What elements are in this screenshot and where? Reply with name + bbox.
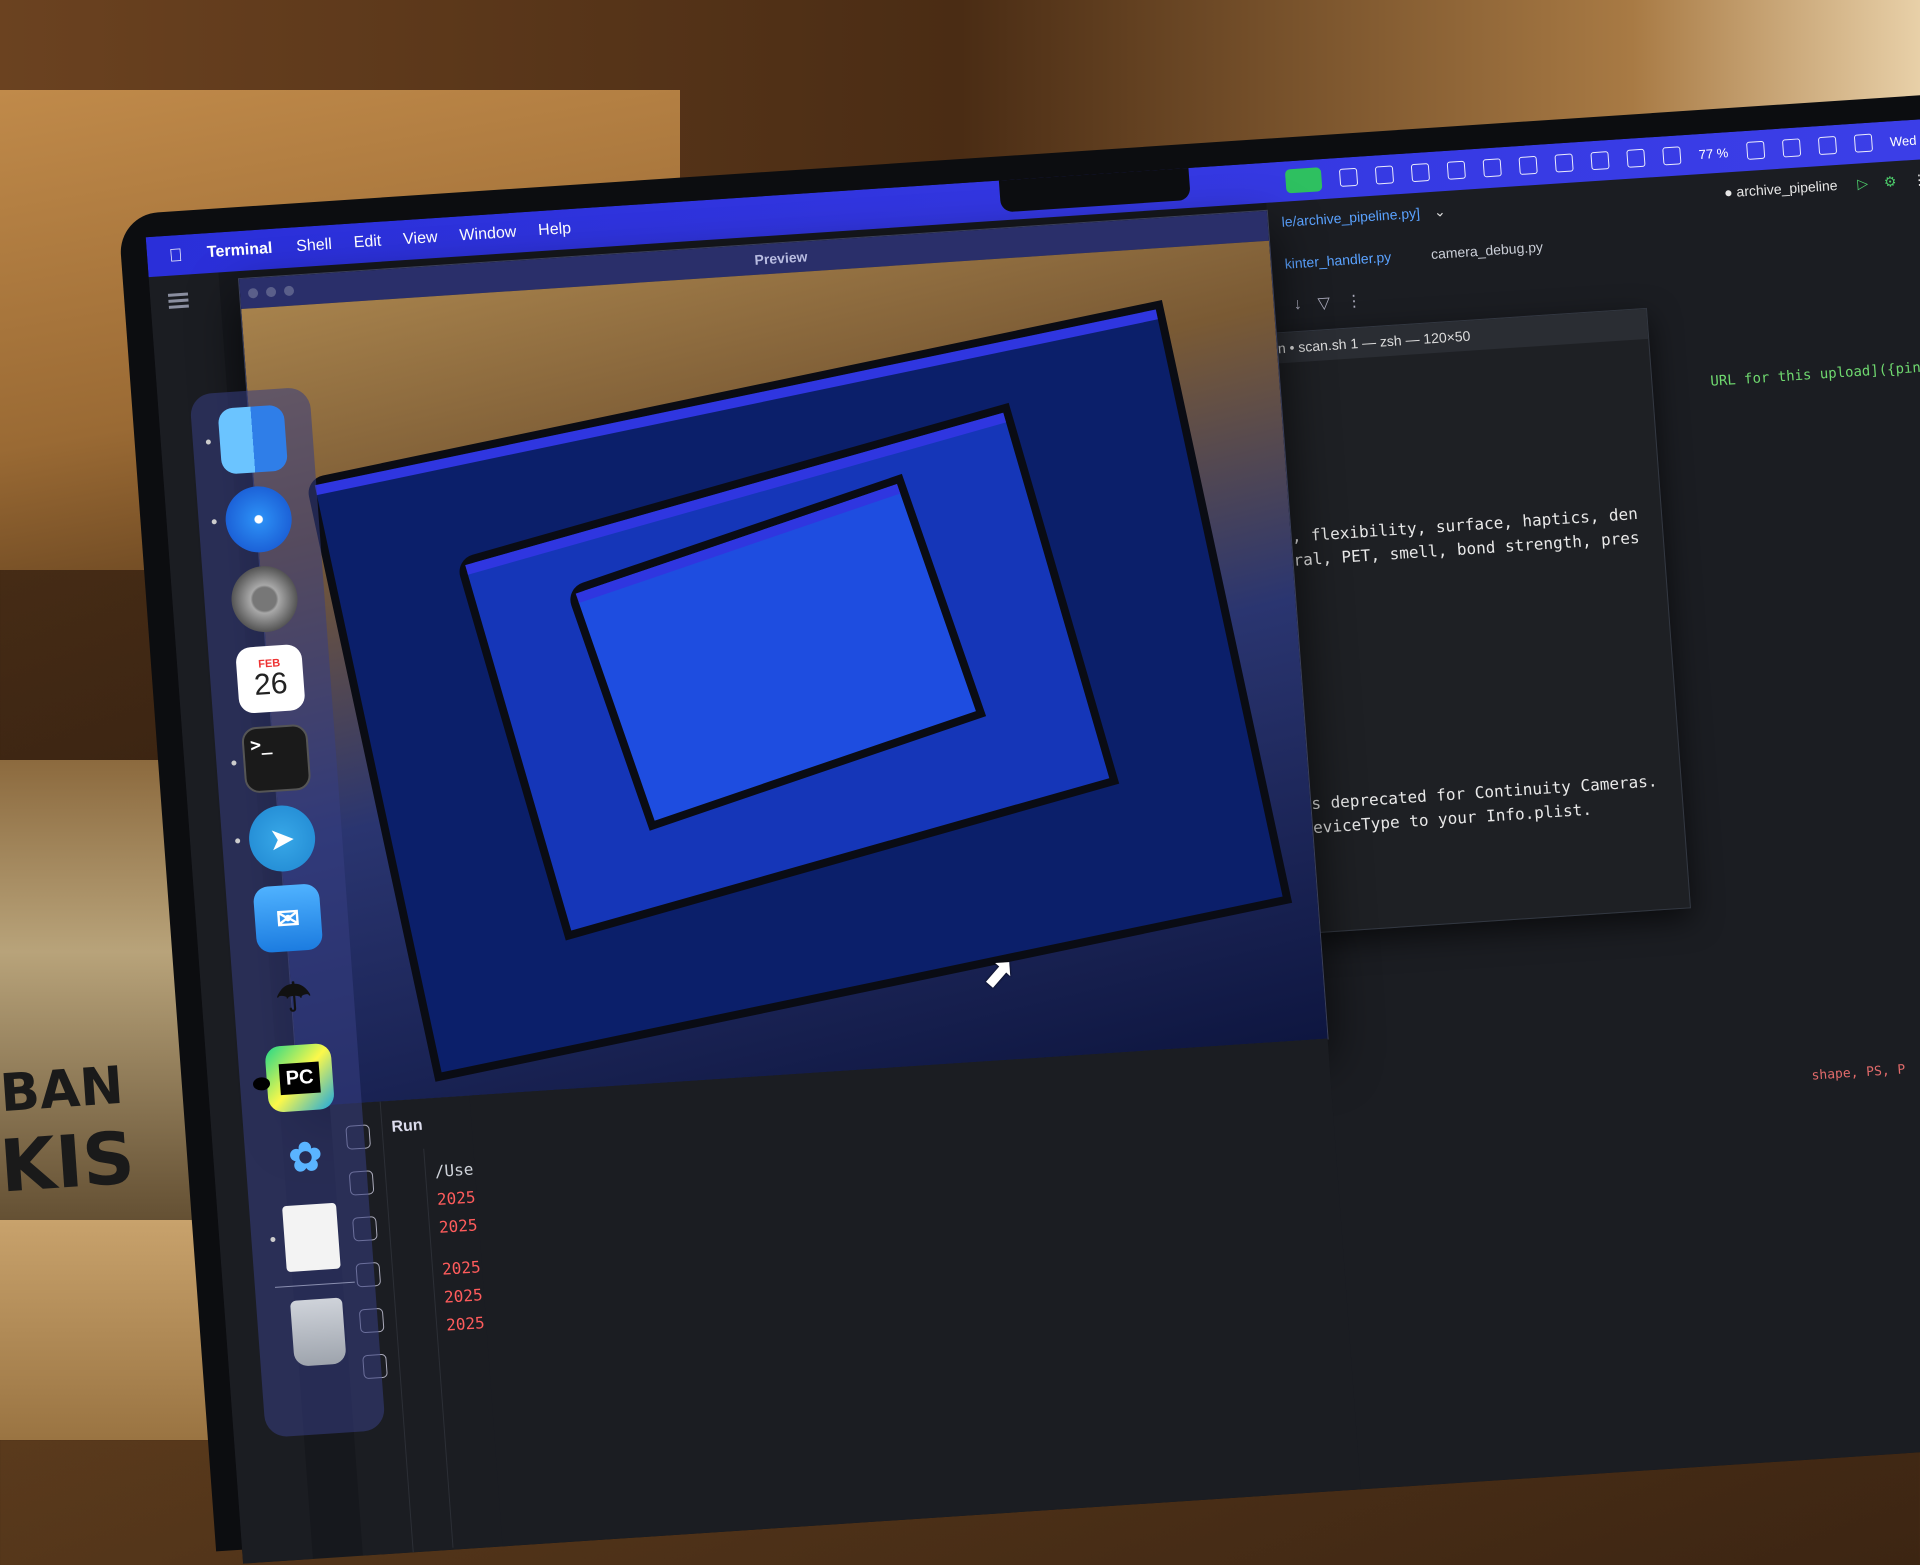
wechat-icon[interactable] bbox=[1338, 167, 1359, 187]
clock-icon[interactable] bbox=[1554, 153, 1574, 173]
safari-icon[interactable] bbox=[211, 484, 295, 555]
terminal-app-icon[interactable]: >_ bbox=[231, 723, 312, 794]
preview-title: Preview bbox=[753, 248, 808, 268]
run-output-line: 2025 bbox=[443, 1285, 484, 1307]
run-output-line: 2025 bbox=[441, 1257, 482, 1279]
battery-icon[interactable] bbox=[1745, 140, 1765, 160]
run-config-selector[interactable]: ● archive_pipeline ▷ ⚙ ⋮ bbox=[1723, 171, 1920, 201]
python-icon: ● bbox=[1723, 183, 1737, 200]
menu-view[interactable]: View bbox=[403, 229, 439, 249]
run-config-name: archive_pipeline bbox=[1735, 176, 1838, 200]
chevron-down-icon[interactable]: ⌄ bbox=[1433, 203, 1446, 221]
preview-window[interactable]: Preview ⬈ bbox=[239, 210, 1328, 1107]
mail-icon[interactable]: ✉ bbox=[252, 883, 324, 954]
keyboard-icon[interactable] bbox=[1781, 138, 1801, 158]
run-output-area bbox=[469, 1038, 1361, 1547]
paw-app-icon[interactable]: ✿ bbox=[270, 1123, 341, 1193]
menu-edit[interactable]: Edit bbox=[353, 233, 382, 253]
laptop-screen:  Terminal Shell Edit View Window Help 7… bbox=[145, 113, 1920, 1564]
running-indicator bbox=[270, 1236, 276, 1243]
menu-shell[interactable]: Shell bbox=[296, 236, 333, 256]
menu-app-name[interactable]: Terminal bbox=[206, 240, 273, 262]
prompt-glyph: >_ bbox=[249, 733, 273, 757]
calendar-day: 26 bbox=[252, 666, 289, 702]
ide-code-line-bottom: shape, PS, P bbox=[1811, 1062, 1906, 1084]
terminal-output[interactable]: , flexibility, surface, haptics, den ral… bbox=[1269, 339, 1684, 853]
running-indicator bbox=[234, 838, 241, 844]
clock-datetime[interactable]: Wed Feb 26 23:2 bbox=[1889, 127, 1920, 149]
bed-icon[interactable] bbox=[1662, 146, 1682, 166]
control-center-icon[interactable] bbox=[1853, 133, 1873, 153]
running-indicator bbox=[205, 439, 212, 445]
hamburger-icon[interactable] bbox=[167, 292, 189, 297]
more-icon[interactable]: ⋮ bbox=[1912, 171, 1920, 188]
running-indicator bbox=[211, 519, 217, 525]
play-icon[interactable]: ▷ bbox=[1857, 174, 1869, 191]
pycharm-label: PC bbox=[278, 1061, 321, 1095]
debug-icon[interactable]: ⚙ bbox=[1883, 173, 1897, 190]
facetime-icon[interactable] bbox=[1284, 167, 1323, 194]
finder-icon[interactable] bbox=[205, 404, 289, 475]
run-output-line: 2025 bbox=[436, 1187, 477, 1209]
tab-kinter-handler[interactable]: kinter_handler.py bbox=[1284, 249, 1392, 272]
menu-help[interactable]: Help bbox=[538, 220, 572, 240]
umbrella-app-icon[interactable]: ☂ bbox=[258, 963, 329, 1033]
diamond-icon[interactable] bbox=[1446, 160, 1466, 180]
zoom-button[interactable] bbox=[283, 285, 295, 297]
battery-percent[interactable]: 77 % bbox=[1698, 145, 1729, 162]
pycharm-icon[interactable]: PC bbox=[252, 1042, 336, 1113]
minimize-button[interactable] bbox=[265, 286, 277, 298]
menu-window[interactable]: Window bbox=[459, 224, 517, 246]
system-settings-icon[interactable] bbox=[229, 564, 300, 635]
mouse-cursor-icon: ⬈ bbox=[980, 950, 1017, 997]
run-output-line: /Use bbox=[434, 1159, 475, 1182]
run-output-line: 2025 bbox=[438, 1215, 479, 1237]
ide-code-line: URL for this upload]({pin_url bbox=[1709, 357, 1920, 390]
magazine-title-2: KIS bbox=[0, 1115, 138, 1209]
wifi-icon[interactable] bbox=[1817, 136, 1837, 156]
apple-menu-icon[interactable]:  bbox=[168, 244, 189, 266]
close-button[interactable] bbox=[247, 287, 259, 299]
trash-icon[interactable] bbox=[289, 1297, 347, 1367]
network-icon[interactable] bbox=[1590, 151, 1610, 171]
magazine-title-1: BAN bbox=[0, 1055, 126, 1125]
recursive-menubar bbox=[314, 309, 1158, 496]
ide-file-path[interactable]: le/archive_pipeline.py] bbox=[1281, 205, 1420, 230]
run-panel-title[interactable]: Run bbox=[391, 1117, 423, 1137]
document-icon[interactable] bbox=[270, 1202, 341, 1273]
run-panel: Run /Use 2025 2025 2025 2025 2025 bbox=[329, 1038, 1361, 1556]
run-output-line: 2025 bbox=[445, 1313, 486, 1335]
dock-separator bbox=[274, 1281, 355, 1288]
running-indicator bbox=[231, 760, 237, 766]
laptop:  Terminal Shell Edit View Window Help 7… bbox=[118, 90, 1920, 1564]
windows-icon[interactable] bbox=[1482, 158, 1502, 178]
terminal-window: n • scan.sh 1 — zsh — 120×50 , flexibili… bbox=[1265, 307, 1691, 934]
bluetooth-icon[interactable] bbox=[1626, 148, 1646, 168]
chat-icon[interactable] bbox=[1410, 163, 1430, 183]
camera-feed-image: ⬈ bbox=[241, 240, 1328, 1107]
kebab-icon[interactable]: ⋮ bbox=[1345, 291, 1362, 312]
running-indicator bbox=[252, 1076, 271, 1091]
shield-icon[interactable] bbox=[1374, 165, 1394, 185]
arrow-down-icon[interactable]: ↓ bbox=[1293, 296, 1302, 314]
calendar-icon[interactable]: FEB 26 bbox=[235, 643, 306, 715]
layers-icon[interactable] bbox=[1518, 155, 1538, 176]
filter-icon[interactable]: ▽ bbox=[1317, 293, 1331, 314]
telegram-icon[interactable]: ➤ bbox=[234, 803, 318, 874]
tab-camera-debug[interactable]: camera_debug.py bbox=[1430, 239, 1543, 262]
